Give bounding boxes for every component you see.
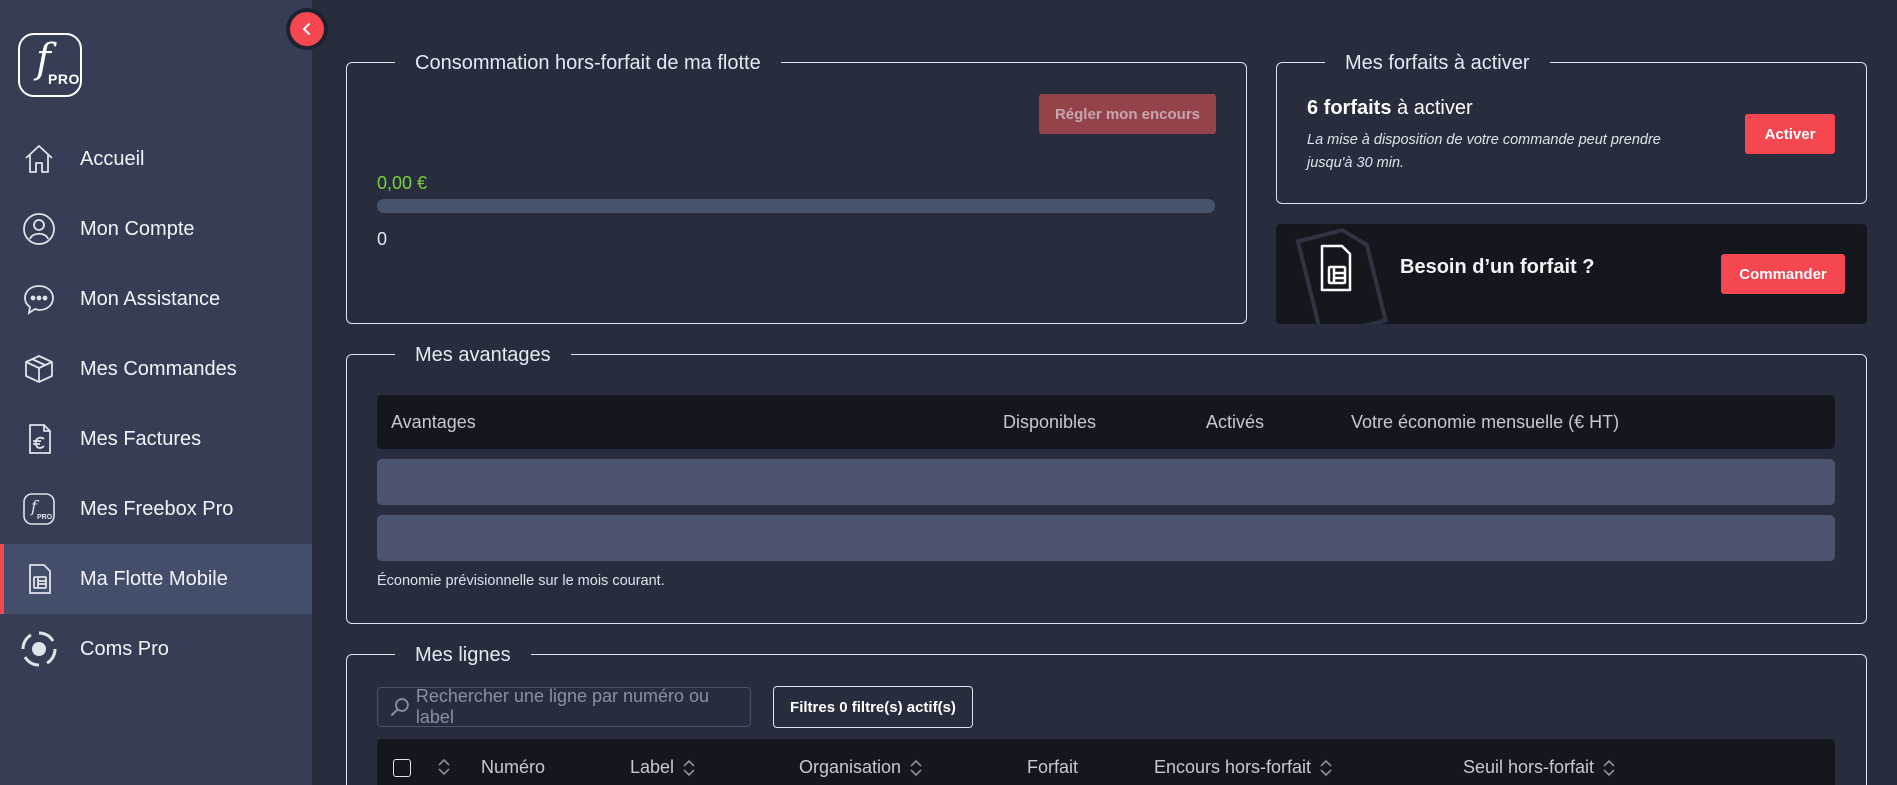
home-icon [20, 140, 58, 178]
advantages-footnote: Économie prévisionnelle sur le mois cour… [377, 573, 665, 589]
forfaits-note: La mise à disposition de votre commande … [1307, 132, 1661, 171]
consumption-count: 0 [377, 229, 388, 249]
lines-panel: Mes lignes Rechercher une ligne par numé… [346, 642, 1867, 785]
need-forfait-text: Besoin d’un forfait ? [1400, 256, 1595, 278]
sort-icon [1603, 759, 1615, 776]
sidebar-item-label: Mes Commandes [80, 357, 237, 380]
sim-card-icon [20, 560, 58, 598]
sidebar-item-label: Mon Compte [80, 217, 195, 240]
sidebar-item-label: Mes Factures [80, 427, 202, 450]
column-label: Numéro [481, 757, 546, 777]
column-header: Avantages [391, 412, 476, 432]
column-label: Organisation [799, 757, 902, 777]
consumption-title: Consommation hors-forfait de ma flotte [395, 50, 781, 76]
consumption-amount: 0,00 € [377, 173, 428, 193]
column-header-forfait[interactable]: Forfait [1027, 757, 1078, 778]
search-icon [390, 698, 409, 716]
forfaits-count-rest: à activer [1391, 97, 1473, 119]
sort-icon[interactable] [437, 757, 451, 782]
invoice-euro-icon [20, 420, 58, 458]
sidebar-item-coms-pro[interactable]: Coms Pro [0, 614, 312, 684]
chevron-left-icon [302, 23, 310, 35]
column-header-label[interactable]: Label [630, 757, 696, 778]
search-input[interactable]: Rechercher une ligne par numéro ou label [377, 686, 751, 727]
column-label: Forfait [1027, 757, 1079, 777]
sidebar-nav: Accueil Mon Compte Mon Assistance Mes Co… [0, 124, 312, 684]
consumption-panel: Consommation hors-forfait de ma flotte R… [346, 50, 1247, 324]
sidebar-item-label: Mon Assistance [80, 287, 221, 310]
consumption-progress-bar [377, 199, 1215, 213]
forfaits-title: Mes forfaits à activer [1325, 50, 1550, 76]
chat-icon [20, 280, 58, 318]
column-header-organisation[interactable]: Organisation [799, 757, 923, 778]
pay-balance-button[interactable]: Régler mon encours [1039, 94, 1216, 134]
table-row-skeleton [377, 515, 1835, 561]
column-header-encours[interactable]: Encours hors-forfait [1154, 757, 1333, 778]
column-header-numero[interactable]: Numéro [481, 757, 545, 778]
search-placeholder: Rechercher une ligne par numéro ou label [415, 686, 710, 727]
sidebar: f PRO Accueil Mon Compte Mon Assistance … [0, 0, 312, 785]
coms-pro-icon [20, 630, 58, 668]
column-label: Label [630, 757, 675, 777]
forfaits-count: 6 forfaits à activer [1307, 97, 1473, 120]
table-row-skeleton [377, 459, 1835, 505]
advantages-panel: Mes avantages Avantages Disponibles Acti… [346, 342, 1867, 624]
freebox-pro-logo[interactable]: f PRO [18, 33, 82, 97]
order-button[interactable]: Commander [1721, 254, 1845, 294]
sim-card-large-icon [1295, 228, 1389, 324]
sort-icon [1320, 759, 1332, 776]
sidebar-item-mon-assistance[interactable]: Mon Assistance [0, 264, 312, 334]
sidebar-item-mes-freebox-pro[interactable]: f PRO Mes Freebox Pro [0, 474, 312, 544]
sidebar-item-label: Coms Pro [80, 637, 169, 660]
column-label: Seuil hors-forfait [1463, 757, 1595, 777]
filters-button[interactable]: Filtres 0 filtre(s) actif(s) [773, 686, 973, 728]
need-forfait-card: Besoin d’un forfait ? Commander [1276, 224, 1867, 324]
sidebar-item-label: Mes Freebox Pro [80, 497, 234, 520]
sort-icon [910, 759, 922, 776]
forfaits-panel: Mes forfaits à activer 6 forfaits à acti… [1276, 50, 1867, 204]
filters-count: 0 filtre(s) actif(s) [839, 698, 956, 716]
lines-title: Mes lignes [395, 642, 531, 668]
advantages-title: Mes avantages [395, 342, 571, 368]
activate-button[interactable]: Activer [1745, 114, 1835, 154]
sidebar-item-mes-factures[interactable]: Mes Factures [0, 404, 312, 474]
column-label: Encours hors-forfait [1154, 757, 1312, 777]
sidebar-item-label: Ma Flotte Mobile [80, 567, 228, 590]
column-header: Activés [1206, 412, 1265, 432]
freebox-pro-icon: f PRO [20, 490, 58, 528]
filters-label: Filtres [790, 698, 836, 716]
lines-table-header: Numéro Label Organisation Forfait Encour… [377, 739, 1835, 785]
column-header-seuil[interactable]: Seuil hors-forfait [1463, 757, 1616, 778]
svg-text:PRO: PRO [37, 514, 53, 521]
sidebar-item-label: Accueil [80, 147, 145, 170]
sidebar-item-mon-compte[interactable]: Mon Compte [0, 194, 312, 264]
select-all-checkbox[interactable] [393, 759, 411, 777]
sidebar-item-mes-commandes[interactable]: Mes Commandes [0, 334, 312, 404]
box-icon [20, 350, 58, 388]
advantages-table-header: Avantages Disponibles Activés Votre écon… [377, 395, 1835, 449]
forfaits-count-bold: 6 forfaits [1307, 97, 1392, 119]
sidebar-item-accueil[interactable]: Accueil [0, 124, 312, 194]
collapse-sidebar-button[interactable] [286, 8, 328, 50]
user-icon [20, 210, 58, 248]
logo-sub: PRO [48, 71, 80, 87]
column-header: Disponibles [1003, 412, 1097, 432]
sidebar-item-ma-flotte-mobile[interactable]: Ma Flotte Mobile [0, 544, 312, 614]
sort-icon [683, 759, 695, 776]
column-header: Votre économie mensuelle (€ HT) [1351, 412, 1620, 432]
